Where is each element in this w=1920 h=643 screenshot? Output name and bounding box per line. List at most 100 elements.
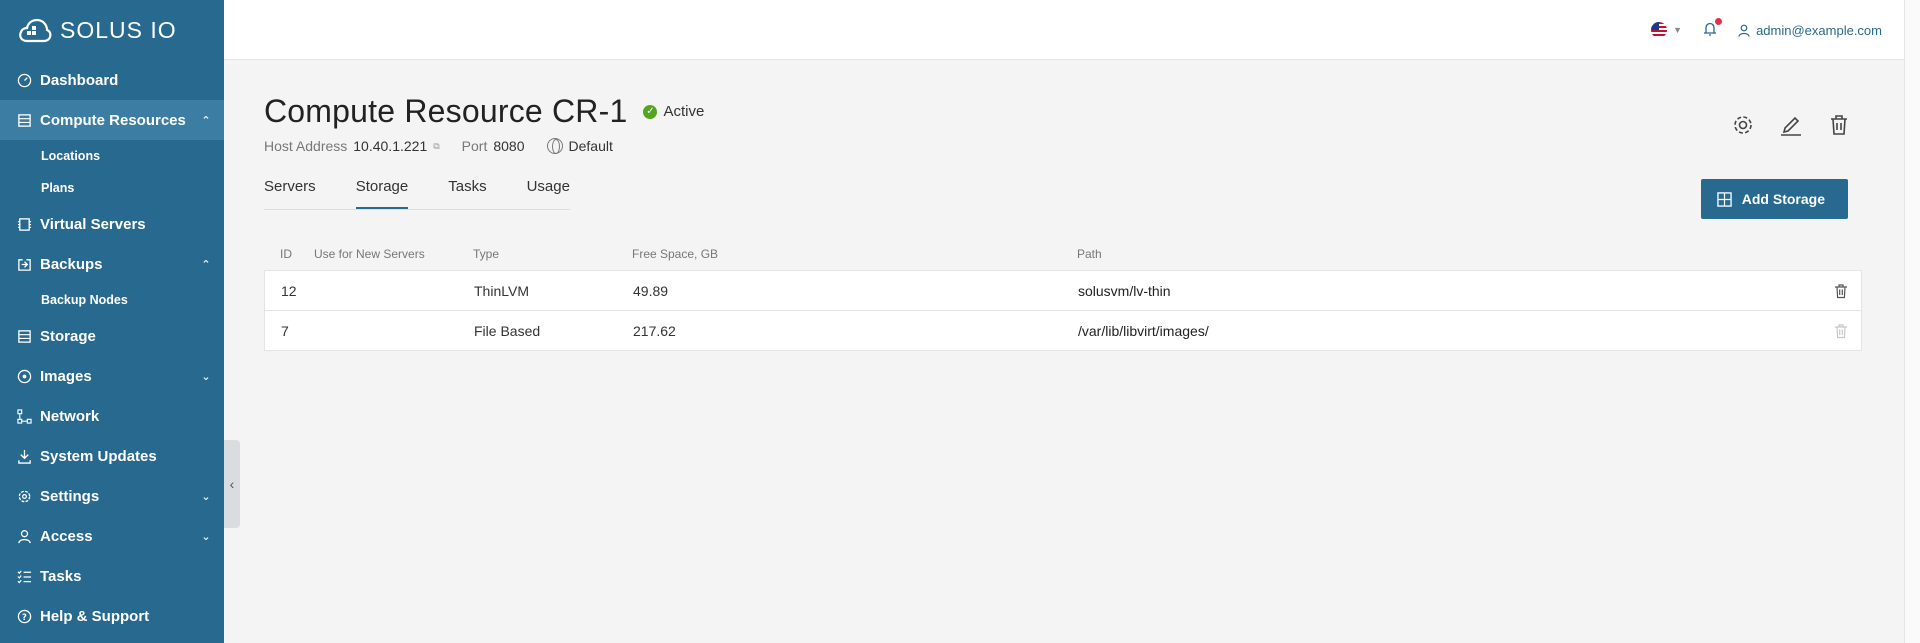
tab-tasks[interactable]: Tasks: [448, 178, 486, 209]
notification-dot: [1715, 17, 1723, 25]
sidebar-item-label: Settings: [40, 487, 100, 505]
row-delete-button-disabled: [1833, 323, 1849, 339]
network-icon: [16, 408, 32, 424]
sidebar-subitem-backup-nodes[interactable]: Backup Nodes: [0, 284, 224, 316]
column-header-use-for-new-servers[interactable]: Use for New Servers: [314, 247, 473, 261]
chevron-up-icon: ⌃: [201, 258, 211, 271]
storage-free-space: 217.62: [633, 322, 676, 339]
top-bar: ▼ admin@example.com: [224, 0, 1904, 60]
page-title: Compute Resource CR-1: [264, 93, 628, 129]
help-icon: ?: [16, 608, 32, 624]
sidebar-item-label: Backups: [40, 255, 103, 273]
globe-icon: [546, 138, 563, 154]
dashboard-icon: [16, 72, 32, 88]
chevron-down-icon: ⌄: [201, 530, 211, 543]
storage-table: ID Use for New Servers Type Free Space, …: [264, 236, 1862, 351]
status-label: Active: [663, 103, 705, 120]
sidebar-item-access[interactable]: Access ⌄: [0, 516, 224, 556]
chevron-down-icon: ⌄: [201, 370, 211, 383]
tab-servers[interactable]: Servers: [264, 178, 316, 209]
pencil-icon: [1781, 116, 1801, 136]
storage-id: 12: [281, 282, 297, 299]
storage-path: /var/lib/libvirt/images/: [1078, 322, 1209, 339]
user-menu[interactable]: admin@example.com: [1738, 23, 1882, 38]
location-value: Default: [568, 138, 613, 154]
column-header-id[interactable]: ID: [264, 247, 314, 261]
sidebar-item-compute-resources[interactable]: Compute Resources ⌃: [0, 100, 224, 140]
delete-button[interactable]: [1826, 112, 1852, 138]
edit-button[interactable]: [1778, 112, 1804, 138]
sidebar-item-label: System Updates: [40, 447, 157, 465]
sidebar-item-help-support[interactable]: ? Help & Support: [0, 596, 224, 636]
images-icon: [16, 368, 32, 384]
sidebar-item-dashboard[interactable]: Dashboard: [0, 60, 224, 100]
sidebar-subitem-locations[interactable]: Locations: [0, 140, 224, 172]
chevron-down-icon: ▼: [1673, 25, 1683, 35]
host-address-label: Host Address: [264, 138, 348, 154]
sidebar-subitem-plans[interactable]: Plans: [0, 172, 224, 204]
port-label: Port: [461, 138, 488, 154]
copy-icon[interactable]: ⧉: [433, 141, 439, 152]
sidebar-collapse-handle[interactable]: ‹: [224, 440, 240, 528]
page-scrollbar[interactable]: [1904, 0, 1920, 643]
add-storage-button[interactable]: Add Storage: [1700, 179, 1848, 219]
trash-icon: [1835, 283, 1847, 298]
storage-free-space: 49.89: [633, 282, 669, 299]
chevron-left-icon: ‹: [229, 476, 235, 492]
sidebar-item-label: Access: [40, 527, 93, 545]
sidebar-item-tasks[interactable]: Tasks: [0, 556, 224, 596]
chevron-down-icon: ⌄: [201, 490, 211, 503]
trash-icon: [1831, 115, 1847, 135]
sidebar-item-system-updates[interactable]: System Updates: [0, 436, 224, 476]
language-selector[interactable]: ▼: [1651, 22, 1682, 38]
settings-icon: [16, 488, 32, 504]
host-address-value: 10.40.1.221: [353, 138, 428, 154]
notifications-button[interactable]: [1702, 17, 1723, 40]
chevron-up-icon: ⌃: [201, 114, 211, 127]
user-icon: [1738, 24, 1750, 37]
sidebar-item-virtual-servers[interactable]: Virtual Servers: [0, 204, 224, 244]
storage-path: solusvm/lv-thin: [1078, 282, 1171, 299]
sidebar-item-label: Images: [40, 367, 92, 385]
user-email: admin@example.com: [1756, 22, 1882, 38]
column-header-type[interactable]: Type: [473, 247, 632, 261]
tab-storage[interactable]: Storage: [355, 178, 409, 209]
sidebar-item-label: Help & Support: [40, 607, 150, 625]
sidebar: SOLUS IO Dashboard Compute Resources ⌃ L…: [0, 0, 224, 643]
compute-resources-icon: [16, 112, 32, 128]
add-storage-label: Add Storage: [1741, 191, 1825, 207]
storage-type: ThinLVM: [474, 282, 529, 299]
tab-usage[interactable]: Usage: [527, 178, 570, 209]
sidebar-item-label: Network: [40, 407, 100, 425]
access-icon: [16, 528, 32, 544]
sidebar-item-label: Compute Resources: [40, 111, 186, 129]
row-delete-button[interactable]: [1833, 283, 1849, 299]
svg-text:?: ?: [22, 611, 27, 621]
virtual-servers-icon: [16, 216, 32, 232]
port-value: 8080: [493, 138, 525, 154]
add-storage-icon: [1717, 191, 1732, 207]
check-circle-icon: ✓: [643, 104, 658, 119]
cloud-logo-icon: [19, 18, 52, 43]
column-header-free-space[interactable]: Free Space, GB: [632, 247, 1077, 261]
table-row: 7 File Based 217.62 /var/lib/libvirt/ima…: [264, 310, 1862, 351]
status-badge: ✓ Active: [643, 103, 704, 120]
us-flag-icon: [1651, 22, 1668, 38]
logo[interactable]: SOLUS IO: [0, 0, 224, 60]
tasks-icon: [16, 568, 32, 584]
system-updates-icon: [16, 448, 32, 464]
storage-icon: [16, 328, 32, 344]
sidebar-item-network[interactable]: Network: [0, 396, 224, 436]
trash-icon: [1835, 323, 1847, 338]
backups-icon: [16, 256, 32, 272]
sidebar-item-settings[interactable]: Settings ⌄: [0, 476, 224, 516]
settings-button[interactable]: [1730, 112, 1756, 138]
sidebar-item-images[interactable]: Images ⌄: [0, 356, 224, 396]
storage-type: File Based: [474, 322, 541, 339]
column-header-path[interactable]: Path: [1077, 247, 1822, 261]
table-row: 12 ThinLVM 49.89 solusvm/lv-thin: [264, 270, 1862, 311]
sidebar-item-label: Dashboard: [40, 71, 119, 89]
sidebar-item-storage[interactable]: Storage: [0, 316, 224, 356]
resource-meta: Host Address 10.40.1.221 ⧉ Port 8080 Def…: [264, 138, 613, 154]
sidebar-item-backups[interactable]: Backups ⌃: [0, 244, 224, 284]
